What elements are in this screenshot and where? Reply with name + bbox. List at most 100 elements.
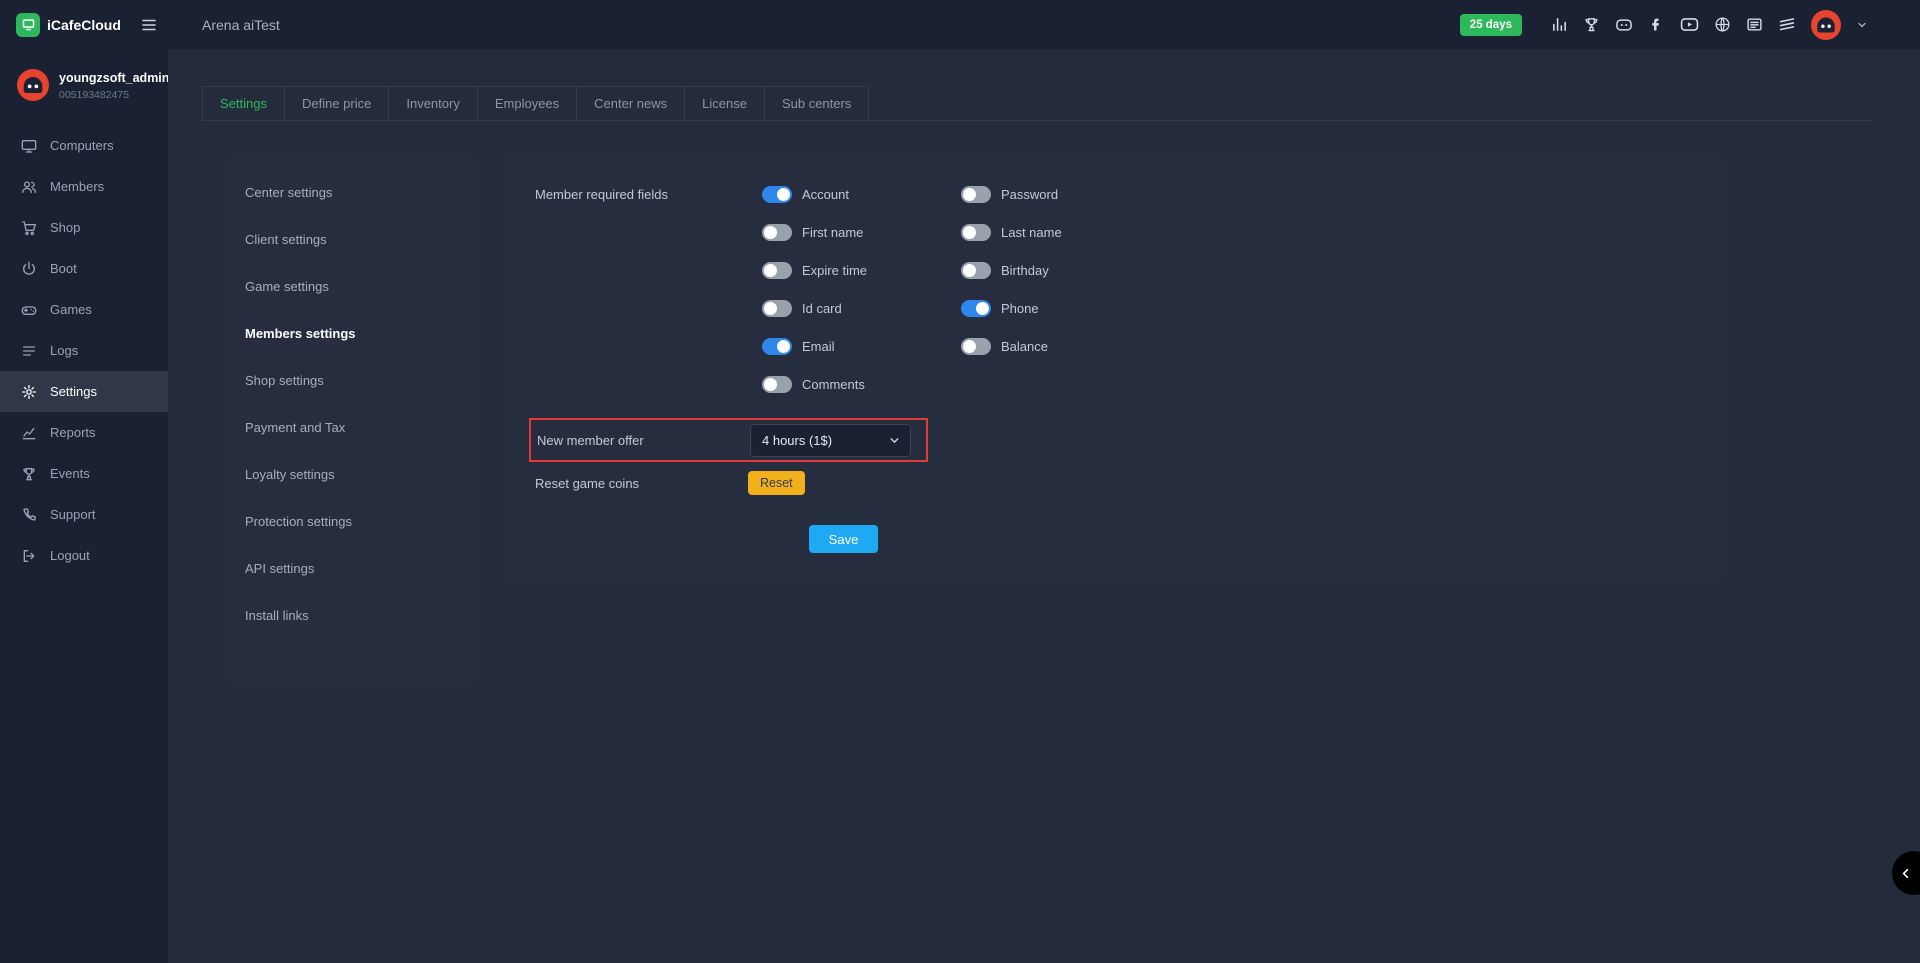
id-card-toggle[interactable] — [762, 300, 792, 317]
tab-label: Sub centers — [782, 96, 851, 111]
sidebar-item-boot[interactable]: Boot — [0, 248, 168, 289]
hamburger-menu-icon[interactable] — [140, 16, 158, 34]
license-days-badge[interactable]: 25 days — [1460, 14, 1522, 36]
sidebar-item-logs[interactable]: Logs — [0, 330, 168, 371]
toggle-label: Birthday — [1001, 263, 1049, 278]
toggle-label: Phone — [1001, 301, 1039, 316]
facebook-icon[interactable] — [1648, 16, 1665, 33]
settings-content: Center settings Client settings Game set… — [222, 154, 1920, 686]
last-name-toggle[interactable] — [961, 224, 991, 241]
comments-toggle[interactable] — [762, 376, 792, 393]
brand-name: iCafeCloud — [47, 17, 121, 33]
toggle-row: Account Password — [748, 186, 1062, 203]
settings-nav-item-client-settings[interactable]: Client settings — [222, 216, 475, 263]
sidebar-item-events[interactable]: Events — [0, 453, 168, 494]
nav-item-label: Protection settings — [245, 514, 352, 529]
tab-define-price[interactable]: Define price — [284, 86, 389, 120]
settings-nav-item-loyalty-settings[interactable]: Loyalty settings — [222, 451, 475, 498]
trophy-icon[interactable] — [1583, 16, 1600, 33]
user-avatar[interactable] — [1811, 10, 1841, 40]
sidebar-menu: Computers Members Shop Boot Games Logs — [0, 125, 168, 576]
sidebar-item-label: Games — [50, 302, 92, 317]
toggle-row: Expire time Birthday — [748, 262, 1062, 279]
topbar-left-zone: iCafeCloud — [0, 13, 168, 37]
toggle-row: Id card Phone — [748, 300, 1062, 317]
toggle-label: Expire time — [802, 263, 867, 278]
sidebar-item-label: Settings — [50, 384, 97, 399]
sidebar-item-logout[interactable]: Logout — [0, 535, 168, 576]
settings-nav-item-members-settings[interactable]: Members settings — [222, 310, 475, 357]
tab-label: Define price — [302, 96, 371, 111]
toggle-label: Last name — [1001, 225, 1062, 240]
new-member-offer-highlight: New member offer 4 hours (1$) — [529, 418, 928, 462]
member-required-fields-toggles: Account Password First name Last name Ex… — [748, 186, 1062, 414]
new-member-offer-label: New member offer — [537, 432, 750, 448]
tab-label: Center news — [594, 96, 667, 111]
toggle-label: Password — [1001, 187, 1058, 202]
tab-sub-centers[interactable]: Sub centers — [764, 86, 869, 120]
tab-settings[interactable]: Settings — [202, 86, 285, 120]
nav-item-label: Members settings — [245, 326, 356, 341]
password-toggle[interactable] — [961, 186, 991, 203]
tab-employees[interactable]: Employees — [477, 86, 577, 120]
settings-nav-item-center-settings[interactable]: Center settings — [222, 169, 475, 216]
brand: iCafeCloud — [16, 13, 121, 37]
sidebar-item-label: Computers — [50, 138, 114, 153]
settings-nav-item-payment-and-tax[interactable]: Payment and Tax — [222, 404, 475, 451]
nav-item-label: Install links — [245, 608, 309, 623]
toggle-label: Id card — [802, 301, 842, 316]
nav-item-label: Loyalty settings — [245, 467, 335, 482]
stats-icon[interactable] — [1551, 16, 1568, 33]
tab-license[interactable]: License — [684, 86, 765, 120]
youtube-icon[interactable] — [1680, 15, 1699, 34]
sidebar: youngzsoft_admin 005193482475 Computers … — [0, 49, 168, 963]
sidebar-item-shop[interactable]: Shop — [0, 207, 168, 248]
settings-nav-item-api-settings[interactable]: API settings — [222, 545, 475, 592]
discord-icon[interactable] — [1615, 16, 1633, 34]
chevron-down-icon[interactable] — [1856, 19, 1868, 31]
sidebar-user-block: youngzsoft_admin 005193482475 — [0, 49, 168, 101]
sidebar-item-members[interactable]: Members — [0, 166, 168, 207]
toggle-label: Account — [802, 187, 849, 202]
settings-nav-item-shop-settings[interactable]: Shop settings — [222, 357, 475, 404]
sidebar-item-computers[interactable]: Computers — [0, 125, 168, 166]
sidebar-item-reports[interactable]: Reports — [0, 412, 168, 453]
tab-inventory[interactable]: Inventory — [388, 86, 477, 120]
tab-label: Inventory — [406, 96, 459, 111]
nav-item-label: Game settings — [245, 279, 329, 294]
toggle-label: Balance — [1001, 339, 1048, 354]
app-root: iCafeCloud Arena aiTest 25 days — [0, 0, 1920, 963]
sidebar-item-label: Boot — [50, 261, 77, 276]
phone-toggle[interactable] — [961, 300, 991, 317]
tab-label: Employees — [495, 96, 559, 111]
sidebar-item-label: Reports — [50, 425, 96, 440]
reset-game-coins-row: Reset game coins Reset — [535, 471, 1727, 495]
license-icon[interactable] — [1746, 16, 1763, 33]
settings-nav-item-game-settings[interactable]: Game settings — [222, 263, 475, 310]
nav-item-label: Center settings — [245, 185, 332, 200]
settings-nav-item-install-links[interactable]: Install links — [222, 592, 475, 639]
chevron-left-icon — [1898, 866, 1913, 881]
themes-icon[interactable] — [1778, 16, 1796, 34]
settings-nav-item-protection-settings[interactable]: Protection settings — [222, 498, 475, 545]
sidebar-item-support[interactable]: Support — [0, 494, 168, 535]
tab-center-news[interactable]: Center news — [576, 86, 685, 120]
first-name-toggle[interactable] — [762, 224, 792, 241]
main-area: Settings Define price Inventory Employee… — [168, 49, 1920, 963]
sidebar-item-label: Logs — [50, 343, 78, 358]
birthday-toggle[interactable] — [961, 262, 991, 279]
account-toggle[interactable] — [762, 186, 792, 203]
topbar: iCafeCloud Arena aiTest 25 days — [0, 0, 1920, 49]
tab-label: Settings — [220, 96, 267, 111]
brand-logo-icon — [16, 13, 40, 37]
new-member-offer-select[interactable]: 4 hours (1$) — [750, 424, 911, 457]
balance-toggle[interactable] — [961, 338, 991, 355]
toggle-row: Comments — [748, 376, 1062, 393]
reset-button[interactable]: Reset — [748, 471, 805, 495]
sidebar-item-settings[interactable]: Settings — [0, 371, 168, 412]
globe-icon[interactable] — [1714, 16, 1731, 33]
email-toggle[interactable] — [762, 338, 792, 355]
expire-time-toggle[interactable] — [762, 262, 792, 279]
save-button[interactable]: Save — [809, 525, 878, 553]
sidebar-item-games[interactable]: Games — [0, 289, 168, 330]
